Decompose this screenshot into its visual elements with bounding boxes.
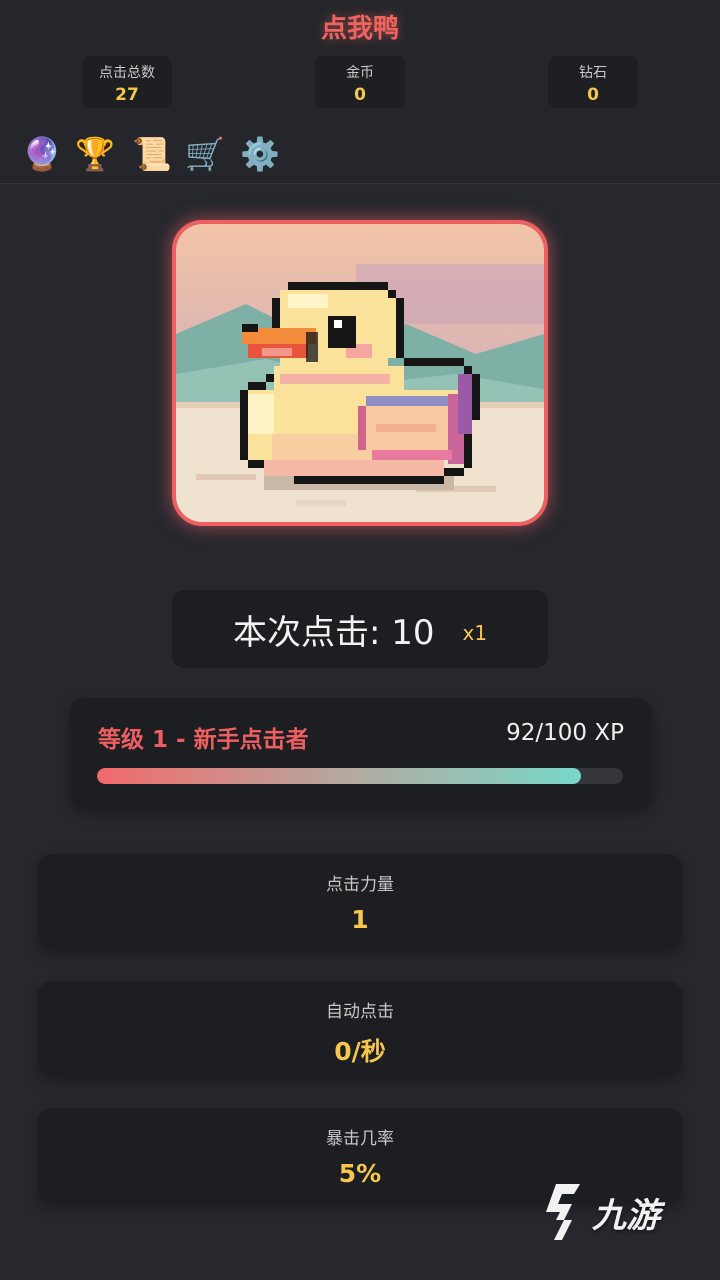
click-multiplier: x1 [462, 621, 488, 645]
xp-progress-bar [97, 768, 623, 784]
gear-icon[interactable]: ⚙️ [238, 132, 282, 176]
click-power-card: 点击力量 1 [38, 854, 682, 948]
level-card: 等级 1 - 新手点击者 92/100 XP [70, 698, 652, 806]
current-clicks-panel: 本次点击: 10 x1 [172, 590, 548, 668]
diamonds-value: 0 [587, 85, 599, 105]
watermark-text: 九游 [592, 1195, 660, 1236]
auto-click-card: 自动点击 0/秒 [38, 981, 682, 1075]
auto-click-value: 0/秒 [334, 1037, 386, 1066]
click-power-value: 1 [351, 905, 369, 934]
trophy-icon[interactable]: 🏆 [73, 132, 117, 176]
total-clicks-stat: 点击总数 27 [82, 56, 172, 108]
coins-stat: 金币 0 [315, 56, 405, 108]
header-bar: 点我鸭 点击总数 27 金币 0 钻石 0 🔮 🏆 📜 🛒 ⚙️ [0, 0, 720, 184]
app-title: 点我鸭 [320, 14, 399, 44]
shopping-cart-icon[interactable]: 🛒 [183, 132, 227, 176]
crit-chance-label: 暴击几率 [326, 1129, 394, 1149]
coins-label: 金币 [346, 65, 374, 81]
scroll-icon[interactable]: 📜 [130, 132, 174, 176]
xp-progress-fill [97, 768, 581, 784]
duck-click-target[interactable] [172, 220, 548, 526]
total-clicks-label: 点击总数 [99, 65, 155, 81]
auto-click-label: 自动点击 [326, 1002, 394, 1022]
jiuyou-logo-icon [546, 1184, 580, 1240]
diamonds-label: 钻石 [579, 65, 607, 81]
click-power-label: 点击力量 [326, 875, 394, 895]
watermark: 九游 [534, 1176, 694, 1248]
diamonds-stat: 钻石 0 [548, 56, 638, 108]
level-title: 等级 1 - 新手点击者 [98, 727, 309, 753]
level-xp-text: 92/100 XP [506, 720, 624, 746]
coins-value: 0 [354, 85, 366, 105]
total-clicks-value: 27 [115, 85, 139, 105]
current-clicks-text: 本次点击: 10 [232, 612, 435, 653]
crystal-ball-icon[interactable]: 🔮 [20, 132, 64, 176]
rubber-duck-icon [176, 224, 544, 522]
